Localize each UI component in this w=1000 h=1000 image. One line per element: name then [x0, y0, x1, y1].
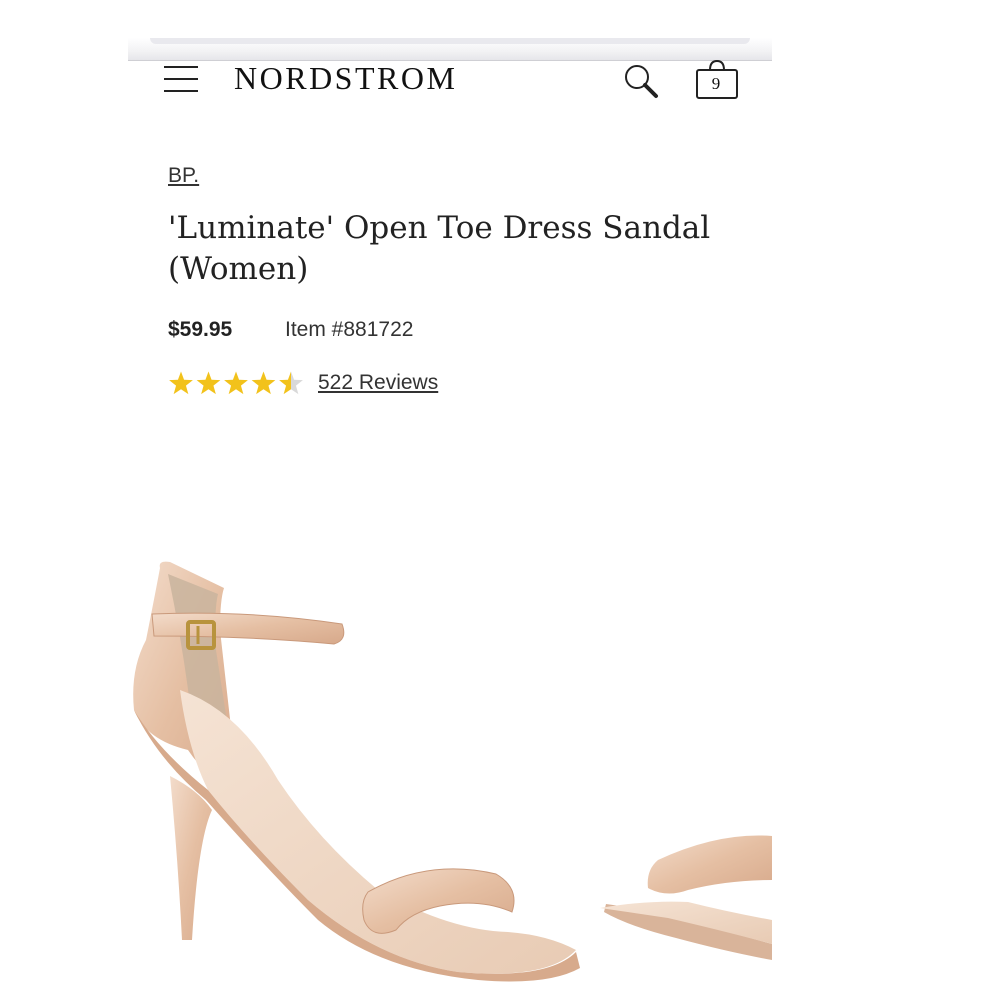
- star-icon: [196, 371, 221, 395]
- menu-line: [164, 66, 198, 68]
- star-icon: [251, 371, 276, 395]
- menu-button[interactable]: [162, 64, 202, 94]
- item-number: Item #881722: [285, 318, 414, 341]
- star-icon: [224, 371, 248, 395]
- brand-logo[interactable]: NORDSTROM: [234, 60, 457, 97]
- product-image[interactable]: [128, 540, 772, 1000]
- reviews-link[interactable]: 522 Reviews: [318, 371, 438, 395]
- bag-item-count: 9: [711, 74, 721, 93]
- star-icon: [169, 371, 193, 395]
- search-button[interactable]: [622, 62, 662, 102]
- site-header: NORDSTROM 9: [128, 59, 772, 102]
- menu-line: [164, 90, 198, 92]
- star-icon: [279, 371, 303, 395]
- product-brand-link[interactable]: BP.: [168, 164, 199, 188]
- product-price: $59.95: [168, 318, 233, 341]
- shopping-bag-button[interactable]: 9: [694, 59, 740, 102]
- browser-toolbar-edge: [128, 38, 772, 61]
- mobile-screen: NORDSTROM 9 BP. 'Luminate' Open Toe Dres…: [128, 0, 772, 1000]
- rating-stars[interactable]: [168, 370, 304, 398]
- search-icon: [625, 65, 658, 98]
- menu-line: [164, 78, 198, 80]
- product-title: 'Luminate' Open Toe Dress Sandal (Women): [168, 210, 711, 287]
- sandal-icon: [133, 561, 772, 982]
